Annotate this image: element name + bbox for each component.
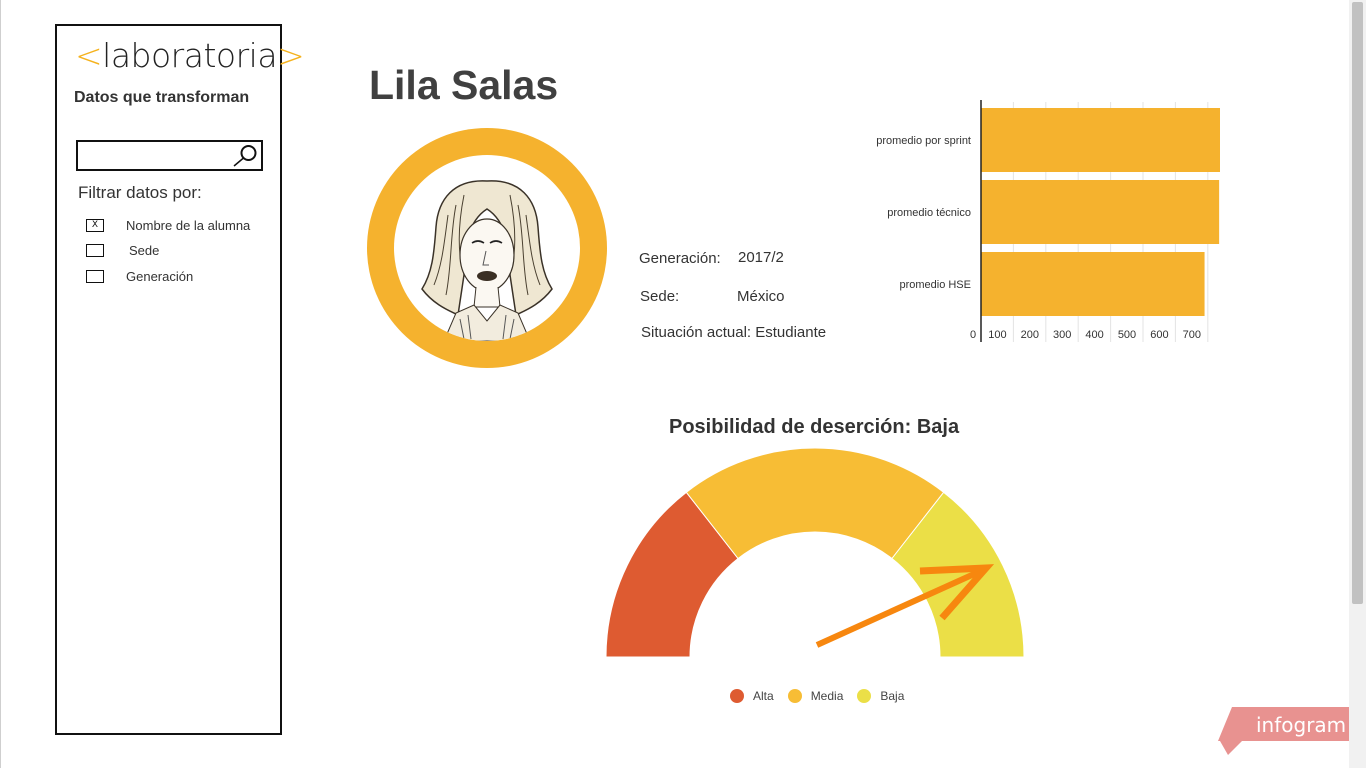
x-tick-label: 600	[1150, 329, 1168, 341]
x-tick-label: 700	[1183, 329, 1201, 341]
filter-option-generacion[interactable]: Generación	[86, 268, 193, 284]
vertical-scrollbar[interactable]	[1349, 0, 1366, 768]
logo-bracket-close: >	[277, 36, 305, 75]
generation-label: Generación:	[639, 250, 721, 267]
legend-label-media: Media	[810, 689, 844, 703]
checkbox-nombre[interactable]: X	[86, 218, 104, 232]
infogram-badge[interactable]: infogram	[1218, 707, 1349, 757]
checkbox-sede[interactable]	[86, 243, 104, 257]
logo-text: laboratoria	[102, 36, 278, 75]
sidebar: <laboratoria> Datos que transforman Filt…	[55, 24, 305, 735]
sede-value: México	[737, 288, 785, 305]
legend-dot-alta	[730, 689, 744, 703]
filter-label-nombre: Nombre de la alumna	[126, 217, 251, 233]
avatar-ring	[367, 128, 607, 368]
bar-3	[981, 252, 1205, 316]
gauge-title: Posibilidad de deserción: Baja	[669, 416, 960, 438]
bar-1	[981, 108, 1220, 172]
avatar-illustration	[421, 180, 553, 341]
x-tick-label: 400	[1085, 329, 1103, 341]
legend-item-media[interactable]: Media	[787, 689, 844, 703]
category-label: promedio técnico	[887, 207, 971, 219]
status-text: Situación actual: Estudiante	[641, 324, 827, 341]
checkbox-generacion[interactable]	[86, 269, 104, 283]
student-name: Lila Salas	[369, 62, 559, 108]
legend-label-baja: Baja	[880, 689, 905, 703]
legend-item-baja[interactable]: Baja	[857, 689, 904, 703]
legend-dot-baja	[857, 689, 872, 703]
gauge-legend: Alta Media Baja	[730, 688, 918, 704]
category-label: promedio por sprint	[876, 135, 971, 147]
filter-label-sede: Sede	[129, 242, 160, 258]
filter-title: Filtrar datos por:	[78, 183, 202, 202]
infogram-logo-text: infogram	[1256, 713, 1347, 737]
filter-option-sede[interactable]: Sede	[86, 242, 159, 258]
legend-dot-media	[787, 689, 802, 703]
bar-2	[981, 180, 1220, 244]
laboratoria-logo[interactable]: <laboratoria>	[75, 36, 305, 75]
category-label: promedio HSE	[899, 279, 971, 291]
x-tick-label: 100	[988, 329, 1006, 341]
x-tick-label: 200	[1021, 329, 1039, 341]
generation-value: 2017/2	[738, 249, 784, 266]
logo-bracket-open: <	[75, 36, 103, 75]
x-tick-label: 0	[970, 329, 976, 341]
desertion-gauge	[605, 447, 1025, 658]
x-tick-label: 500	[1118, 329, 1136, 341]
legend-label-alta: Alta	[753, 689, 774, 703]
filter-label-generacion: Generación	[126, 268, 194, 284]
x-tick-label: 300	[1053, 329, 1071, 341]
filter-option-nombre[interactable]: X Nombre de la alumna	[86, 217, 250, 233]
tagline: Datos que transforman	[74, 89, 250, 106]
avatar	[394, 155, 580, 341]
averages-bar-chart: promedio por sprint promedio técnico prome…	[876, 100, 1220, 342]
legend-item-alta[interactable]: Alta	[730, 689, 774, 703]
scrollbar-thumb[interactable]	[1352, 2, 1363, 604]
search-input[interactable]	[76, 140, 263, 171]
sede-label: Sede:	[640, 288, 680, 305]
search-icon[interactable]	[232, 144, 258, 168]
